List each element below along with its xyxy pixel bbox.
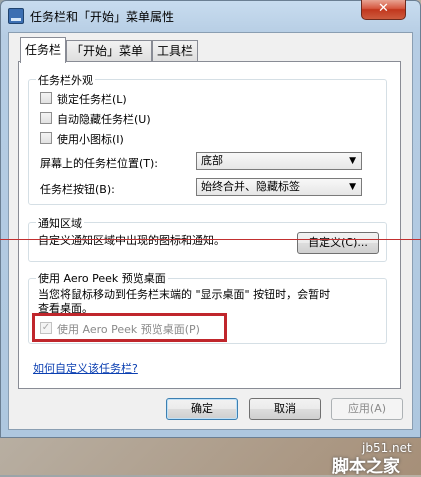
autohide-taskbar-checkbox[interactable] (40, 112, 52, 124)
lock-taskbar-label[interactable]: 锁定任务栏(L) (57, 91, 127, 107)
aero-peek-legend: 使用 Aero Peek 预览桌面 (36, 270, 168, 286)
taskbar-position-value: 底部 (201, 154, 223, 167)
small-icons-label[interactable]: 使用小图标(I) (57, 131, 124, 147)
taskbar-position-label: 屏幕上的任务栏位置(T): (40, 157, 159, 170)
cancel-button[interactable]: 取消 (249, 398, 321, 420)
watermark-name: 脚本之家 (332, 457, 400, 477)
taskbar-buttons-label: 任务栏按钮(B): (40, 183, 115, 196)
title-bar[interactable]: 任务栏和「开始」菜单属性 ✕ (1, 0, 420, 31)
chevron-down-icon: ▼ (349, 182, 356, 192)
autohide-taskbar-label[interactable]: 自动隐藏任务栏(U) (57, 111, 151, 127)
taskbar-icon (8, 8, 24, 24)
apply-button[interactable]: 应用(A) (331, 398, 403, 420)
notification-legend: 通知区域 (36, 215, 84, 231)
lock-taskbar-checkbox[interactable] (40, 92, 52, 104)
annotation-line (0, 239, 421, 240)
tab-start-menu[interactable]: 「开始」菜单 (66, 40, 152, 62)
chevron-down-icon: ▼ (349, 156, 356, 166)
taskbar-buttons-value: 始终合并、隐藏标签 (201, 180, 300, 193)
taskbar-position-select[interactable]: 底部 ▼ (196, 152, 362, 170)
tab-toolbars[interactable]: 工具栏 (152, 40, 198, 62)
small-icons-checkbox[interactable] (40, 132, 52, 144)
customize-button[interactable]: 自定义(C)... (297, 232, 379, 254)
taskbar-buttons-select[interactable]: 始终合并、隐藏标签 ▼ (196, 178, 362, 196)
notification-text: 自定义通知区域中出现的图标和通知。 (38, 234, 225, 247)
appearance-legend: 任务栏外观 (36, 72, 95, 88)
close-button[interactable]: ✕ (361, 0, 406, 20)
customize-taskbar-help-link[interactable]: 如何自定义该任务栏? (33, 360, 138, 376)
annotation-highlight-box (32, 313, 227, 342)
tab-taskbar[interactable]: 任务栏 (20, 37, 66, 63)
window-title: 任务栏和「开始」菜单属性 (30, 10, 175, 24)
ok-button[interactable]: 确定 (166, 398, 238, 420)
